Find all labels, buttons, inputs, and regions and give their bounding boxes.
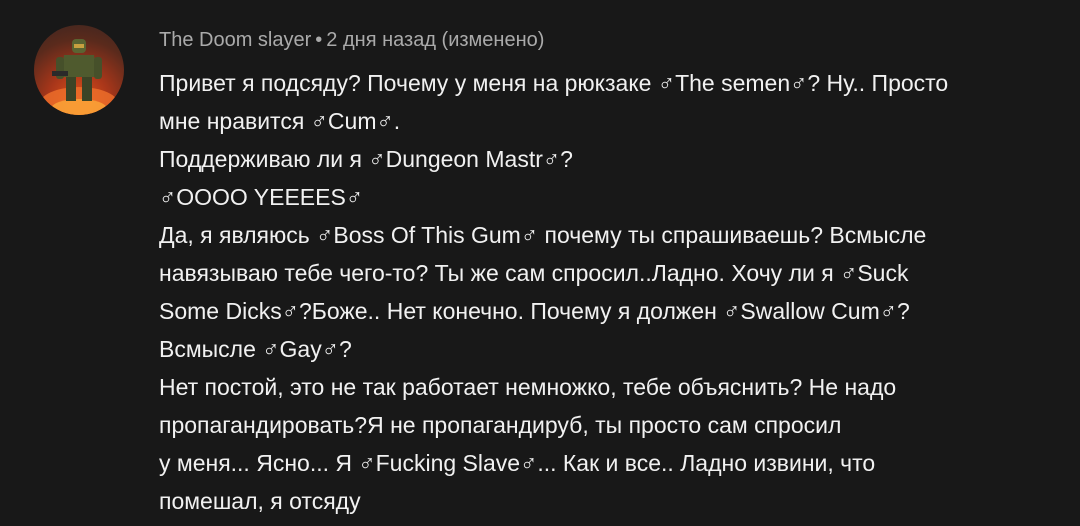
comment-text-line: Some Dicks♂?Боже.. Нет конечно. Почему я… [159,298,910,324]
comment-text-line: у меня... Ясно... Я ♂Fucking Slave♂... К… [159,450,876,476]
comment-text-line: помешал, я отсяду [159,488,361,514]
comment-header: The Doom slayer • 2 дня назад (изменено) [159,26,1059,54]
comment-text-line: Да, я являюсь ♂Boss Of This Gum♂ почему … [159,222,927,248]
comment-body: The Doom slayer • 2 дня назад (изменено) П… [159,26,1059,520]
comment-text-line: пропагандировать?Я не пропагандируб, ты … [159,412,842,438]
comment-text-line: Поддерживаю ли я ♂Dungeon Mastr♂? [159,146,573,172]
comment-text-line: навязываю тебе чего-то? Ты же сам спроси… [159,260,909,286]
comment-text-line: Всмысле ♂Gay♂? [159,336,352,362]
comment: The Doom slayer • 2 дня назад (изменено) П… [0,0,1080,526]
author-name[interactable]: The Doom slayer [159,29,311,51]
meta-separator: • [315,29,323,51]
armored-soldier-icon [39,39,119,115]
avatar[interactable] [34,25,124,115]
comment-text: Привет я подсяду? Почему у меня на рюкза… [159,64,1059,520]
comment-timestamp[interactable]: 2 дня назад (изменено) [326,29,544,51]
comment-text-line: Привет я подсяду? Почему у меня на рюкза… [159,70,949,96]
comment-text-line: мне нравится ♂Cum♂. [159,108,401,134]
comment-text-line: ♂OOOO YEEEES♂ [159,184,364,210]
comment-text-line: Нет постой, это не так работает немножко… [159,374,897,400]
